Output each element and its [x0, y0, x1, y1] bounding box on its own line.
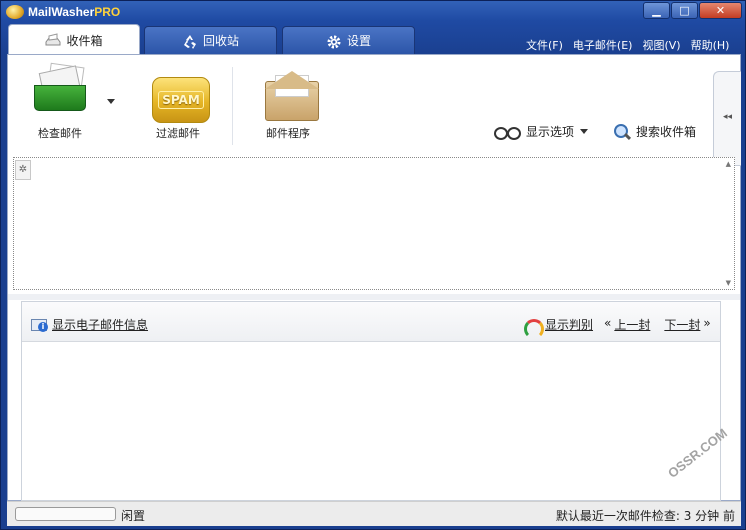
- check-mail-button[interactable]: 检查邮件: [25, 55, 95, 145]
- glasses-icon: [494, 126, 521, 140]
- side-panel-collapse-button[interactable]: ◂◂: [713, 71, 741, 166]
- filter-mail-button[interactable]: SPAM 过滤邮件: [143, 55, 213, 145]
- display-options-label: 显示选项: [526, 125, 575, 139]
- next-arrow-icon: »: [703, 316, 711, 330]
- progress-bar: [15, 507, 116, 521]
- menu-bar: 文件(F) 电子邮件(E) 视图(V) 帮助(H): [521, 37, 734, 53]
- column-chooser-icon[interactable]: ✲: [15, 160, 31, 180]
- chevron-down-icon: [580, 129, 589, 134]
- previous-message-link[interactable]: 上一封: [614, 316, 650, 333]
- filter-mail-label: 过滤邮件: [156, 127, 200, 140]
- app-title: MailWasherPRO: [28, 5, 121, 19]
- check-mail-dropdown-icon[interactable]: [107, 99, 115, 104]
- menu-file[interactable]: 文件(F): [521, 37, 568, 53]
- show-email-info-label: 显示电子邮件信息: [52, 318, 149, 332]
- menu-help[interactable]: 帮助(H): [686, 37, 735, 53]
- show-email-info-link[interactable]: 显示电子邮件信息: [31, 316, 148, 333]
- tab-inbox-label: 收件箱: [66, 33, 103, 48]
- preview-pane: 显示电子邮件信息 显示判别 « 上一封 下一封 »: [21, 301, 721, 501]
- next-message-link[interactable]: 下一封: [664, 316, 700, 333]
- preview-header: 显示电子邮件信息 显示判别 « 上一封 下一封 »: [22, 302, 720, 342]
- recycle-icon: [182, 34, 198, 49]
- gear-icon: [326, 34, 342, 48]
- message-list[interactable]: ✲ ▲ ▼: [13, 157, 735, 290]
- email-info-icon: [31, 318, 48, 332]
- check-mail-icon: [34, 85, 86, 111]
- check-mail-label: 检查邮件: [38, 127, 82, 140]
- tab-settings[interactable]: 设置: [282, 26, 415, 54]
- pane-splitter[interactable]: [8, 294, 740, 300]
- tab-settings-label: 设置: [346, 34, 371, 48]
- main-window: MailWasherPRO ▁ □ ✕ 收件箱 回收站 设置 文件(F) 电子邮…: [0, 0, 746, 530]
- status-bar: 闲置 默认最近一次邮件检查: 3 分钟 前: [7, 501, 741, 526]
- tab-recycle-label: 回收站: [202, 34, 239, 48]
- toolbar-divider: [232, 67, 233, 145]
- search-icon: [614, 123, 630, 140]
- judgment-meter-icon: [524, 318, 544, 339]
- menu-view[interactable]: 视图(V): [637, 37, 685, 53]
- spam-icon-text: SPAM: [158, 91, 204, 109]
- scroll-down-icon[interactable]: ▼: [726, 279, 731, 287]
- mail-program-button[interactable]: 邮件程序: [253, 55, 323, 145]
- tab-recycle-bin[interactable]: 回收站: [144, 26, 277, 54]
- search-inbox-button[interactable]: 搜索收件箱: [614, 123, 696, 140]
- status-idle-text: 闲置: [121, 509, 146, 523]
- inbox-icon: [45, 33, 61, 47]
- close-button[interactable]: ✕: [699, 2, 742, 19]
- main-panel: 检查邮件 SPAM 过滤邮件 邮件程序 显示选项 搜索收件箱 ◂◂ ✲ ▲ ▼: [7, 54, 741, 501]
- minimize-button[interactable]: ▁: [643, 2, 670, 19]
- maximize-button[interactable]: □: [671, 2, 698, 19]
- menu-email[interactable]: 电子邮件(E): [568, 37, 638, 53]
- nav-spacer: [653, 316, 661, 333]
- show-judgment-label: 显示判别: [545, 318, 594, 332]
- app-logo-icon: [6, 5, 24, 19]
- prev-arrow-icon: «: [604, 316, 612, 330]
- mail-program-label: 邮件程序: [266, 127, 310, 140]
- message-navigation: « 上一封 下一封 »: [604, 316, 711, 333]
- show-judgment-link[interactable]: 显示判别: [524, 316, 594, 339]
- display-options-button[interactable]: 显示选项: [494, 123, 589, 140]
- last-check-text: 默认最近一次邮件检查: 3 分钟 前: [555, 509, 735, 523]
- spam-icon: SPAM: [152, 77, 210, 123]
- scroll-up-icon[interactable]: ▲: [726, 160, 731, 168]
- title-bar[interactable]: MailWasherPRO ▁ □ ✕: [1, 1, 745, 23]
- search-inbox-label: 搜索收件箱: [636, 125, 697, 139]
- tab-inbox[interactable]: 收件箱: [8, 24, 140, 55]
- envelope-flap-icon: [265, 71, 319, 89]
